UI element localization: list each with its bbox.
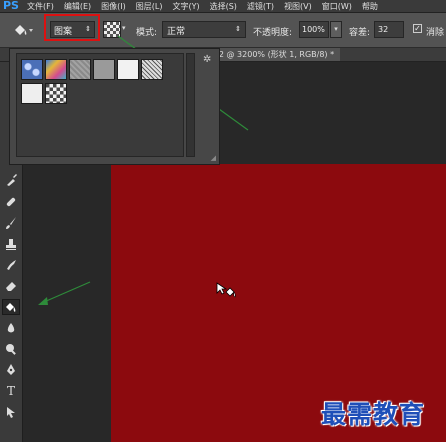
drop-icon [7,323,15,333]
resize-grip-icon[interactable]: ◢ [211,154,216,162]
pattern-tie-dye[interactable] [45,59,67,80]
pattern-white-texture[interactable] [117,59,139,80]
pattern-crosshatch[interactable] [141,59,163,80]
gear-icon[interactable]: ✲ [203,54,211,65]
pattern-blue-bubbles[interactable] [21,59,43,80]
pen-tool[interactable] [2,362,20,378]
arrow-line-tool [43,281,91,303]
bandage-icon [6,197,16,207]
type-tool[interactable]: T [2,383,20,399]
pattern-white-paper[interactable] [21,83,43,104]
pattern-picker-panel: ✲ ◢ [9,48,220,165]
brush-tool[interactable] [2,215,20,231]
eyedropper-tool[interactable] [2,172,20,188]
blur-tool[interactable] [2,320,20,336]
spot-healing-tool[interactable] [2,194,20,210]
clone-stamp-tool[interactable] [2,236,20,252]
pattern-gray-granite[interactable] [69,59,91,80]
history-brush-icon [7,260,16,270]
eyedropper-icon [7,174,17,186]
watermark-logo: 最需教育 [321,395,425,431]
paint-bucket-icon [6,303,16,312]
eraser-tool[interactable] [2,278,20,294]
watermark-text: 最需教育 [321,400,426,429]
eraser-icon [6,282,16,291]
arrow-head-icon [38,297,48,305]
brush-icon [6,217,16,229]
pattern-scrollbar[interactable] [186,53,195,157]
stamp-icon [6,239,16,250]
pattern-gray-flat[interactable] [93,59,115,80]
pattern-grid [16,53,184,157]
path-selection-tool[interactable] [2,404,20,420]
pattern-checker[interactable] [45,83,67,104]
dodge-icon [6,344,16,355]
history-brush-tool[interactable] [2,257,20,273]
dodge-tool[interactable] [2,341,20,357]
type-icon: T [6,384,15,398]
arrow-cursor-icon [7,407,15,418]
pen-icon [7,364,15,375]
paint-bucket-cursor-icon [216,282,236,298]
paint-bucket-tool[interactable] [2,299,20,315]
